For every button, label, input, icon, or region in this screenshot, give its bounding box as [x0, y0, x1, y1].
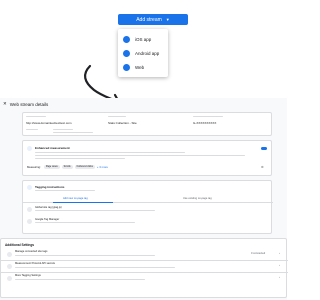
menu-item-label: Web — [135, 64, 145, 70]
chip-scrolls: Scrolls — [61, 165, 73, 169]
global-site-tag[interactable]: Global site tag (gtag.js) — [35, 206, 62, 209]
sparkle-icon — [27, 146, 32, 151]
stream-details-card: http://www.domaintexttexttext.com Stats … — [22, 112, 272, 136]
gtm-icon — [27, 219, 32, 224]
chevron-right-icon: › — [279, 263, 280, 267]
gear-icon[interactable]: ⚙ — [261, 165, 264, 169]
chevron-down-icon: ▼ — [165, 17, 170, 22]
close-icon[interactable]: ✕ — [3, 101, 7, 107]
web-stream-details-panel: ✕ Web stream details http://www.domainte… — [0, 98, 288, 300]
menu-item-ios[interactable]: iOS app — [118, 32, 168, 46]
stream-name: Stats Collection - Site — [108, 121, 137, 125]
setting-title: Manage connected site tags — [15, 250, 48, 253]
menu-item-android[interactable]: Android app — [118, 46, 168, 60]
measuring-label: Measuring: — [27, 165, 41, 169]
chip-page-views: Page views — [43, 165, 60, 169]
enhanced-measurement-card: Enhanced measurement Measuring: Page vie… — [22, 140, 272, 176]
apple-icon — [123, 35, 130, 43]
panel-title: Web stream details — [9, 101, 49, 107]
menu-item-label: iOS app — [135, 36, 152, 42]
connected-count: 0 connected — [251, 252, 266, 255]
code-icon — [27, 185, 32, 190]
measurement-id: G-XXXXXXXXXX — [193, 121, 217, 125]
menu-item-label: Android app — [135, 50, 160, 56]
link-icon — [7, 252, 12, 257]
key-icon — [7, 264, 12, 269]
tab-add-new[interactable]: Add new on-page tag — [63, 197, 88, 200]
setting-row-api-secrets[interactable]: Measurement Protocol API secrets › — [1, 261, 288, 272]
tagging-instructions-card: Tagging instructions Add new on-page tag… — [22, 180, 273, 234]
chip-outbound-clicks: Outbound clicks — [74, 165, 95, 169]
tag-icon — [27, 207, 32, 212]
enhanced-measurement-toggle[interactable] — [261, 147, 267, 150]
setting-title: Measurement Protocol API secrets — [15, 262, 55, 265]
panel-header: ✕ Web stream details — [3, 101, 48, 107]
tagging-instructions-title: Tagging instructions — [35, 185, 65, 189]
enhanced-measurement-title: Enhanced measurement — [35, 146, 70, 150]
setting-row-connected-tags[interactable]: Manage connected site tags 0 connected › — [1, 249, 288, 260]
android-icon — [123, 49, 130, 57]
stream-url: http://www.domaintexttexttext.com — [26, 121, 72, 125]
chevron-right-icon: › — [279, 251, 280, 255]
setting-title: More Tagging Settings — [15, 274, 41, 277]
additional-settings-card: Additional Settings Manage connected sit… — [0, 238, 288, 298]
setting-row-more-tagging[interactable]: More Tagging Settings › — [1, 273, 288, 284]
measuring-row: Measuring: Page views Scrolls Outbound c… — [27, 165, 108, 169]
active-tab-indicator — [53, 201, 113, 203]
add-stream-button[interactable]: Add stream ▼ — [118, 14, 188, 25]
chevron-right-icon: › — [279, 275, 280, 279]
tab-existing[interactable]: Use existing on-page tag — [183, 197, 212, 200]
tune-icon — [7, 276, 12, 281]
more-link[interactable]: + 3 more — [97, 165, 108, 169]
additional-settings-title: Additional Settings — [5, 243, 35, 247]
google-tag-manager[interactable]: Google Tag Manager — [35, 218, 59, 221]
add-stream-label: Add stream — [136, 16, 162, 23]
